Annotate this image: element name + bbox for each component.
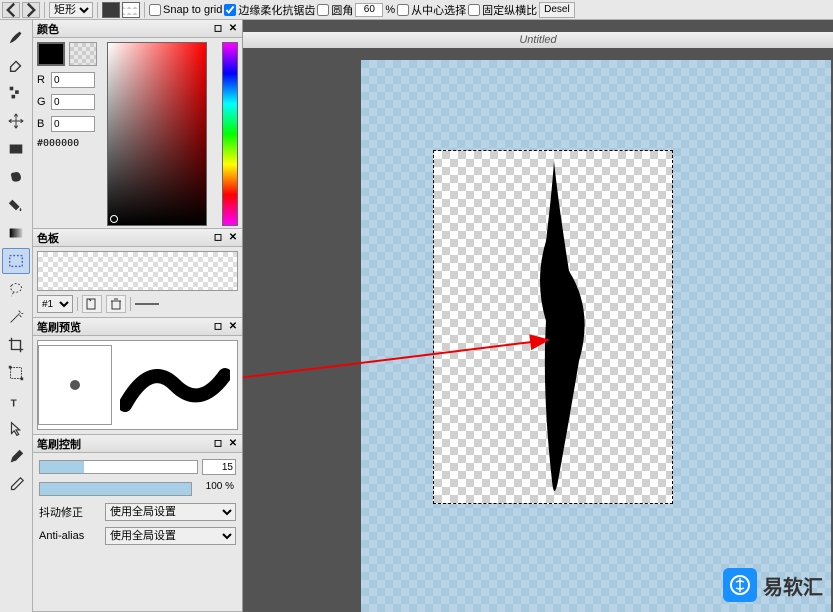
jitter-select[interactable]: 使用全局设置 <box>105 503 236 521</box>
swatches-panel: 色板 ◻ ✕ #1 <box>33 229 242 318</box>
color-picker[interactable] <box>107 42 238 224</box>
eraser-tool-icon[interactable] <box>2 52 30 78</box>
swatch-grid[interactable] <box>37 251 238 291</box>
fill-tool-icon[interactable] <box>2 192 30 218</box>
swatch-divider-icon <box>135 303 159 305</box>
brush-control-panel: 笔刷控制 ◻ ✕ 100 % 抖动修正 使用全局设置 Anti-alias 使用… <box>33 435 242 612</box>
watermark-logo-icon <box>723 568 757 602</box>
color-panel-title: 颜色 <box>37 21 59 37</box>
selection-marquee[interactable] <box>433 150 673 504</box>
undock-icon[interactable]: ◻ <box>211 230 225 244</box>
drawn-shape <box>524 161 614 501</box>
brush-control-header: 笔刷控制 ◻ ✕ <box>33 435 242 453</box>
pointer-tool-icon[interactable] <box>2 416 30 442</box>
undock-icon[interactable]: ◻ <box>211 436 225 450</box>
brush-stroke-preview <box>120 355 230 415</box>
lock-aspect-checkbox[interactable]: 固定纵横比 <box>468 2 537 18</box>
percent-label: % <box>385 4 395 16</box>
side-panels: 颜色 ◻ ✕ R G B #000000 <box>33 20 243 612</box>
antialias-select[interactable]: 使用全局设置 <box>105 527 236 545</box>
rounded-checkbox[interactable]: 圆角 <box>317 2 353 18</box>
background-color-swatch[interactable] <box>69 42 97 66</box>
brush-preview-title: 笔刷预览 <box>37 319 81 335</box>
brush-opacity-value: 100 % <box>196 481 236 497</box>
g-label: G <box>37 96 47 108</box>
brush-preview-header: 笔刷预览 ◻ ✕ <box>33 318 242 336</box>
r-label: R <box>37 74 47 86</box>
close-icon[interactable]: ✕ <box>226 230 240 244</box>
fill-color-swatch[interactable] <box>122 2 140 18</box>
snap-to-grid-checkbox[interactable]: Snap to grid <box>149 4 222 16</box>
close-icon[interactable]: ✕ <box>226 436 240 450</box>
b-label: B <box>37 118 47 130</box>
text-tool-icon[interactable]: T <box>2 388 30 414</box>
antialias-checkbox[interactable]: 边缘柔化抗锯齿 <box>224 2 315 18</box>
lasso-tool-icon[interactable] <box>2 276 30 302</box>
undock-icon[interactable]: ◻ <box>211 319 225 333</box>
nav-back-button[interactable] <box>2 2 20 18</box>
brush-control-title: 笔刷控制 <box>37 436 81 452</box>
delete-swatch-icon[interactable] <box>106 295 126 313</box>
jitter-label: 抖动修正 <box>39 504 101 520</box>
brush-opacity-slider[interactable] <box>39 482 192 496</box>
rectangle-tool-icon[interactable] <box>2 136 30 162</box>
foreground-color-swatch[interactable] <box>37 42 65 66</box>
nav-fwd-button[interactable] <box>22 2 40 18</box>
deselect-button[interactable]: Desel <box>539 2 575 18</box>
rounded-value-input[interactable] <box>355 3 383 17</box>
options-toolbar: 矩形 Snap to grid 边缘柔化抗锯齿 圆角 % 从中心选择 固定纵横比… <box>0 0 833 20</box>
b-input[interactable] <box>51 116 95 132</box>
transform-tool-icon[interactable] <box>2 360 30 386</box>
hex-value: #000000 <box>37 138 103 149</box>
wand-tool-icon[interactable] <box>2 304 30 330</box>
g-input[interactable] <box>51 94 95 110</box>
blob-tool-icon[interactable] <box>2 164 30 190</box>
svg-text:T: T <box>11 398 17 409</box>
brush-preview-panel: 笔刷预览 ◻ ✕ <box>33 318 242 435</box>
swatches-panel-title: 色板 <box>37 230 59 246</box>
brush-size-slider[interactable] <box>39 460 198 474</box>
gradient-tool-icon[interactable] <box>2 220 30 246</box>
swatch-preset-select[interactable]: #1 <box>37 295 73 313</box>
tool-strip: T <box>0 20 33 612</box>
pixel-tool-icon[interactable] <box>2 80 30 106</box>
brush-tip-dot <box>70 380 80 390</box>
watermark: 易软汇 <box>723 568 823 602</box>
r-input[interactable] <box>51 72 95 88</box>
pen-tool-icon[interactable] <box>2 444 30 470</box>
brush-preview-canvas <box>37 340 238 430</box>
color-field[interactable] <box>107 42 207 226</box>
document-title: Untitled <box>243 32 833 48</box>
new-swatch-icon[interactable] <box>82 295 102 313</box>
brush-tool-icon[interactable] <box>2 24 30 50</box>
rect-select-tool-icon[interactable] <box>2 248 30 274</box>
hue-slider[interactable] <box>222 42 238 226</box>
crop-tool-icon[interactable] <box>2 332 30 358</box>
close-icon[interactable]: ✕ <box>226 21 240 35</box>
color-panel-header: 颜色 ◻ ✕ <box>33 20 242 38</box>
stroke-color-swatch[interactable] <box>102 2 120 18</box>
swatches-panel-header: 色板 ◻ ✕ <box>33 229 242 247</box>
undock-icon[interactable]: ◻ <box>211 21 225 35</box>
shape-select[interactable]: 矩形 <box>49 2 93 18</box>
move-tool-icon[interactable] <box>2 108 30 134</box>
color-panel: 颜色 ◻ ✕ R G B #000000 <box>33 20 242 229</box>
canvas-area[interactable]: Untitled <box>243 20 833 612</box>
watermark-text: 易软汇 <box>763 571 823 600</box>
antialias-label: Anti-alias <box>39 530 101 542</box>
from-center-checkbox[interactable]: 从中心选择 <box>397 2 466 18</box>
brush-size-value[interactable] <box>202 459 236 475</box>
close-icon[interactable]: ✕ <box>226 319 240 333</box>
eyedropper-tool-icon[interactable] <box>2 472 30 498</box>
